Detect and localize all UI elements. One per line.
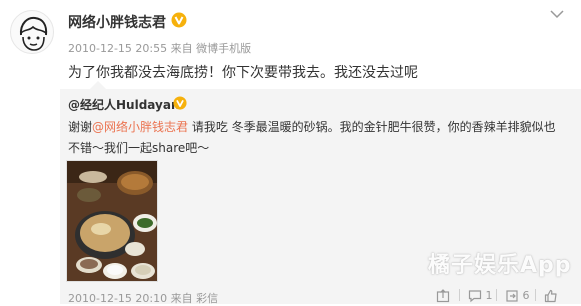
post-text: 为了你我都没去海底捞！你下次要带我去。我还没去过呢 <box>68 65 418 81</box>
post-meta: 2010-12-15 20:55 来自 微博手机版 <box>68 40 251 56</box>
repost-text: 谢谢@网络小胖钱志君 请我吃 冬季最温暖的砂锅。我的金针肥牛很赞，你的香辣羊排貌… <box>68 117 558 159</box>
share-button[interactable] <box>436 289 450 303</box>
post-source[interactable]: 微博手机版 <box>196 42 251 55</box>
repost-count: 6 <box>522 289 530 302</box>
avatar-face-icon <box>19 16 48 51</box>
repost-text-prefix: 谢谢 <box>68 120 93 134</box>
repost-source[interactable]: 彩信 <box>196 292 218 305</box>
repost-timestamp[interactable]: 2010-12-15 20:10 <box>68 292 167 305</box>
repost-icon <box>506 290 518 302</box>
repost-source-prefix: 来自 <box>170 292 193 305</box>
like-icon <box>544 289 557 303</box>
like-button[interactable] <box>544 289 558 303</box>
post-timestamp[interactable]: 2010-12-15 20:55 <box>68 42 167 55</box>
hotpot-photo-image <box>67 161 157 281</box>
post-source-prefix: 来自 <box>170 42 193 55</box>
verified-badge-icon <box>173 96 187 110</box>
verified-badge-icon <box>171 12 187 28</box>
author-avatar[interactable] <box>10 10 54 54</box>
watermark-text: 橘子娱乐App <box>428 253 572 278</box>
repost-photo[interactable] <box>66 160 158 282</box>
post-author[interactable]: 网络小胖钱志君 <box>68 12 166 32</box>
comment-icon <box>468 290 482 303</box>
share-icon <box>436 289 450 303</box>
repost-button[interactable]: 6 <box>505 289 530 303</box>
action-divider <box>496 289 497 301</box>
repost-author[interactable]: @经纪人Huldayan <box>68 96 179 113</box>
comment-button[interactable]: 1 <box>468 289 493 303</box>
repost-mention-link[interactable]: @网络小胖钱志君 <box>92 120 188 134</box>
chevron-down-icon[interactable] <box>549 8 565 20</box>
action-divider <box>459 289 460 301</box>
action-divider <box>535 289 536 301</box>
comment-count: 1 <box>485 289 493 302</box>
